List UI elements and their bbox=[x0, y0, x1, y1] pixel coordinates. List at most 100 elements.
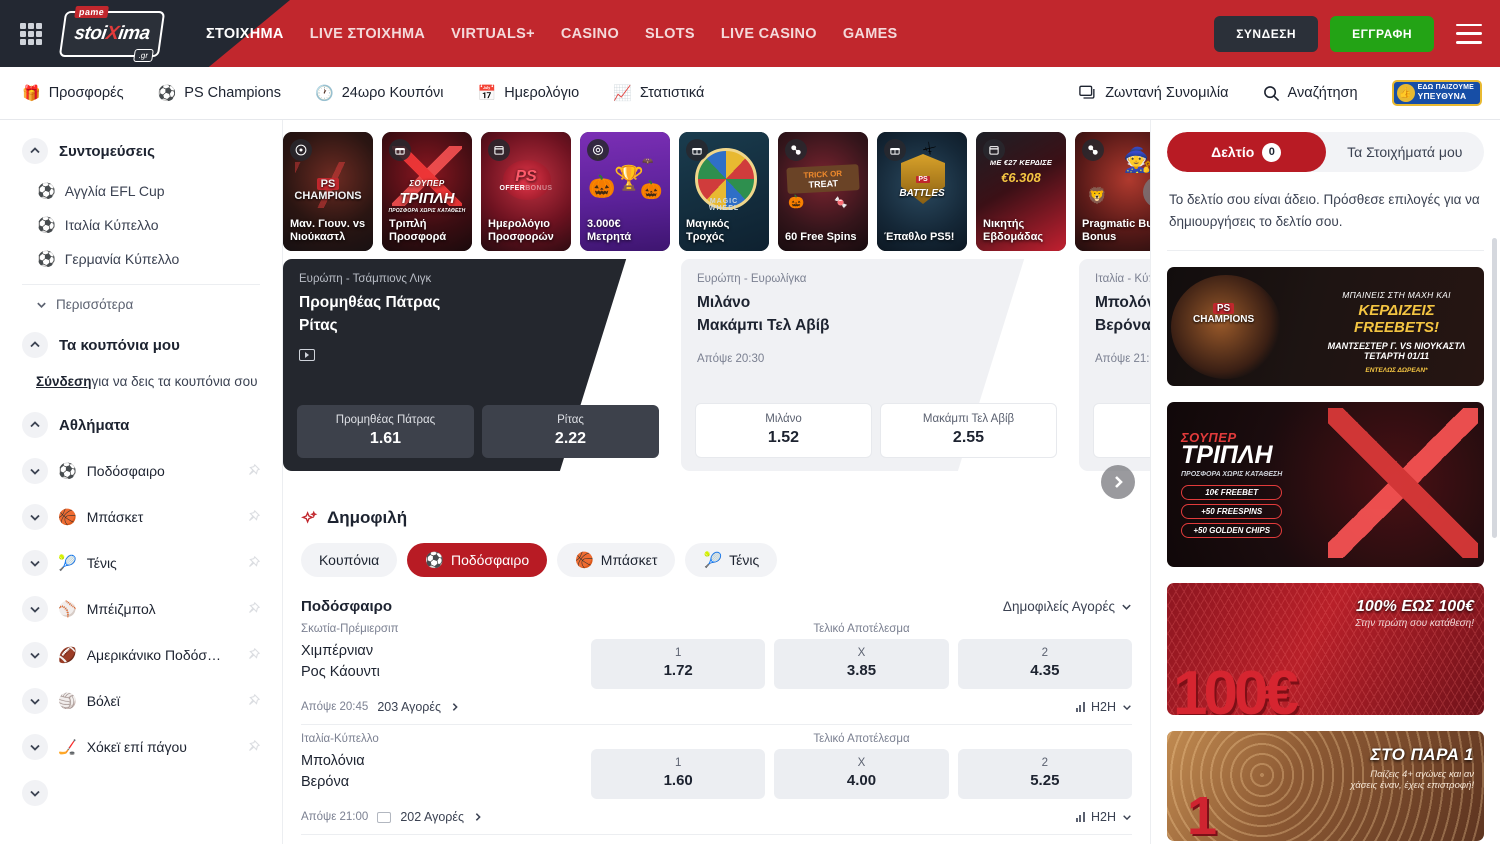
promo-banner-first-deposit[interactable]: 100€ 100% ΕΩΣ 100€ Στην πρώτη σου κατάθε… bbox=[1167, 583, 1484, 715]
odd-button[interactable]: Προμηθέας Πάτρας 1.61 bbox=[297, 405, 474, 458]
featured-match-card-1[interactable]: Ευρώπη - Τσάμπιονς Λιγκ Προμηθέας Πάτρας… bbox=[283, 259, 673, 471]
odd-button[interactable]: Μακάμπι Τελ Αβίβ 2.55 bbox=[880, 403, 1057, 458]
odd-button[interactable]: Μιλάνο 1.52 bbox=[695, 403, 872, 458]
promo-banner-ps-champions[interactable]: PSCHAMPIONS ΜΠΑΙΝΕΙΣ ΣΤΗ ΜΑΧΗ ΚΑΙ ΚΕΡΔΙΖ… bbox=[1167, 267, 1484, 386]
chip-tennis[interactable]: 🎾 Τένις bbox=[685, 543, 777, 577]
subnav-item-24h-coupon[interactable]: 🕐 24ωρο Κουπόνι bbox=[315, 85, 444, 101]
promo-card-cash-3000[interactable]: 🎃 🏆 🎃 🦇 🦇 3.000€ Μετρητά bbox=[580, 132, 670, 251]
sidebar-item-ice-hockey[interactable]: 🏒 Χόκεϊ επί πάγου bbox=[22, 724, 260, 770]
match-markets-count[interactable]: 203 Αγορές bbox=[377, 700, 441, 714]
sidebar-item-baseball[interactable]: ⚾ Μπέιζμπολ bbox=[22, 586, 260, 632]
promo-banner-super-triple[interactable]: ΣΟΥΠΕΡ ΤΡΙΠΛΗ ΠΡΟΣΦΟΡΑ ΧΩΡΙΣ ΚΑΤΑΘΕΣΗ 10… bbox=[1167, 402, 1484, 567]
promo-card-ps5-prize[interactable]: PS BATTLES ⚔ Έπαθλο PS5! bbox=[877, 132, 967, 251]
nav-item-live-stoixima[interactable]: LIVE ΣΤΟΙΧΗΜΑ bbox=[310, 26, 425, 42]
signup-button[interactable]: ΕΓΓΡΑΦΗ bbox=[1330, 16, 1434, 52]
chevron-down-icon[interactable] bbox=[22, 688, 48, 714]
promo-card-magic-wheel[interactable]: MAGICWHEEL Μαγικός Τροχός bbox=[679, 132, 769, 251]
match-row[interactable]: Σκωτία-Πρέμιερσιπ Χιμπέρνιαν Ρος Κάουντι… bbox=[301, 615, 1132, 725]
pin-icon[interactable] bbox=[246, 740, 260, 754]
promo-card-ps-champions[interactable]: PSCHAMPIONS Μαν. Γιουν. vs Νιούκαστλ bbox=[283, 132, 373, 251]
sidebar-section-shortcuts-header[interactable]: Συντομεύσεις bbox=[22, 138, 260, 164]
live-stream-icon[interactable] bbox=[299, 349, 315, 361]
sidebar-more-button[interactable]: Περισσότερα bbox=[22, 291, 260, 318]
apps-grid-icon[interactable] bbox=[20, 23, 42, 45]
nav-item-games[interactable]: GAMES bbox=[843, 26, 898, 42]
sidebar-item-football[interactable]: ⚽ Ποδόσφαιρο bbox=[22, 448, 260, 494]
nav-item-virtuals[interactable]: VIRTUALS+ bbox=[451, 26, 535, 42]
sidebar-login-link[interactable]: Σύνδεση bbox=[36, 374, 92, 389]
subnav-item-ps-champions[interactable]: ⚽ PS Champions bbox=[158, 85, 281, 101]
chevron-down-icon[interactable] bbox=[22, 780, 48, 806]
sidebar-section-sports-header[interactable]: Αθλήματα bbox=[22, 412, 260, 438]
chip-coupons[interactable]: Κουπόνια bbox=[301, 543, 397, 577]
chip-basketball[interactable]: 🏀 Μπάσκετ bbox=[557, 543, 675, 577]
chevron-down-icon[interactable] bbox=[22, 734, 48, 760]
h2h-button[interactable]: H2H bbox=[1076, 810, 1132, 824]
nav-item-casino[interactable]: CASINO bbox=[561, 26, 619, 42]
chevron-down-icon[interactable] bbox=[22, 642, 48, 668]
sidebar-item-germany-cup[interactable]: ⚽ Γερμανία Κύπελλο bbox=[22, 242, 260, 276]
hamburger-menu-icon[interactable] bbox=[1456, 24, 1482, 44]
promo-card-offers-calendar[interactable]: PS OFFERBONUS Ημερολόγιο Προσφορών bbox=[481, 132, 571, 251]
nav-item-live-casino[interactable]: LIVE CASINO bbox=[721, 26, 817, 42]
odd-button-x[interactable]: X 3.85 bbox=[774, 639, 948, 689]
promo-card-pragmatic-buy-bonus[interactable]: 🧙 🦁 Pragmatic Buy Bonus bbox=[1075, 132, 1150, 251]
h2h-button[interactable]: H2H bbox=[1076, 700, 1132, 714]
pin-icon[interactable] bbox=[246, 510, 260, 524]
chevron-down-icon[interactable] bbox=[22, 458, 48, 484]
pin-icon[interactable] bbox=[246, 602, 260, 616]
responsible-gaming-badge[interactable]: 👍 ΕΔΩ ΠΑΙΖΟΥΜΕ ΥΠΕΥΘΥΝΑ bbox=[1392, 80, 1482, 106]
sidebar-item-basketball[interactable]: 🏀 Μπάσκετ bbox=[22, 494, 260, 540]
live-chat-button[interactable]: Ζωντανή Συνομιλία bbox=[1079, 85, 1228, 102]
match-row[interactable]: Ιταλία-Κύπελλο Μπολόνια Βερόνα Τελικό Απ… bbox=[301, 725, 1132, 835]
tab-my-bets[interactable]: Τα Στοιχήματά μου bbox=[1326, 132, 1485, 172]
sidebar-item-partial[interactable] bbox=[22, 770, 260, 816]
pin-icon[interactable] bbox=[246, 648, 260, 662]
odd-label: Ρίτας bbox=[486, 414, 655, 426]
pin-icon[interactable] bbox=[246, 556, 260, 570]
odd-button-2[interactable]: 2 4.35 bbox=[958, 639, 1132, 689]
nav-item-stoixima[interactable]: ΣΤΟΙΧΗΜΑ bbox=[206, 26, 284, 42]
sidebar-section-coupons-header[interactable]: Τα κουπόνια μου bbox=[22, 332, 260, 358]
match-row-partial[interactable] bbox=[301, 835, 1132, 844]
login-button[interactable]: ΣΥΝΔΕΣΗ bbox=[1214, 16, 1318, 52]
chevron-down-icon[interactable] bbox=[22, 504, 48, 530]
match-markets-count[interactable]: 202 Αγορές bbox=[400, 810, 464, 824]
markets-selector[interactable]: Δημοφιλείς Αγορές bbox=[1003, 599, 1132, 614]
right-panel-scrollbar[interactable] bbox=[1492, 238, 1497, 538]
tab-betslip[interactable]: Δελτίο 0 bbox=[1167, 132, 1326, 172]
featured-match-card-3[interactable]: Ιταλία - Κύπ Μπολόνι Βερόνα Απόψε 21:0 1… bbox=[1079, 259, 1150, 471]
search-button[interactable]: Αναζήτηση bbox=[1263, 85, 1358, 102]
promo-banner-sto-para-1[interactable]: 1 ΣΤΟ ΠΑΡΑ 1 Παίζεις 4+ αγώνες και αν χά… bbox=[1167, 731, 1484, 841]
promo-card-free-spins[interactable]: TRICK OR TREAT 🎃 🍬 60 Free Spins bbox=[778, 132, 868, 251]
promo-card-weekly-winner[interactable]: ΜΕ €27 ΚΕΡΔΙΣΕ €6.308 Νικητής Εβδομάδας bbox=[976, 132, 1066, 251]
site-logo[interactable]: pame stoiXima .gr bbox=[60, 8, 164, 60]
nav-item-slots[interactable]: SLOTS bbox=[645, 26, 695, 42]
odd-button-1[interactable]: 1 1.72 bbox=[591, 639, 765, 689]
chevron-down-icon[interactable] bbox=[22, 596, 48, 622]
odd-button-2[interactable]: 2 5.25 bbox=[958, 749, 1132, 799]
promo-card-triple-offer[interactable]: ΣΟΥΠΕΡΤΡΙΠΛΗ ΠΡΟΣΦΟΡΑ ΧΩΡΙΣ ΚΑΤΑΘΕΣΗ Τρι… bbox=[382, 132, 472, 251]
subnav-item-calendar[interactable]: 📅 Ημερολόγιο bbox=[478, 85, 580, 101]
featured-match-card-2[interactable]: Ευρώπη - Ευρωλίγκα Μιλάνο Μακάμπι Τελ Αβ… bbox=[681, 259, 1071, 471]
odd-button[interactable]: Ρίτας 2.22 bbox=[482, 405, 659, 458]
sidebar-item-italy-cup[interactable]: ⚽ Ιταλία Κύπελλο bbox=[22, 208, 260, 242]
pin-icon[interactable] bbox=[246, 464, 260, 478]
live-stream-icon[interactable] bbox=[377, 812, 391, 823]
odd-button-1[interactable]: 1 1.60 bbox=[591, 749, 765, 799]
team-name: Μιλάνο bbox=[697, 294, 750, 312]
featured-matches-next-arrow-icon[interactable] bbox=[1101, 465, 1135, 499]
subnav-item-offers[interactable]: 🎁 Προσφορές bbox=[22, 85, 124, 101]
subnav-item-statistics[interactable]: 📈 Στατιστικά bbox=[613, 85, 704, 101]
sidebar-item-tennis[interactable]: 🎾 Τένις bbox=[22, 540, 260, 586]
chevron-right-icon[interactable] bbox=[450, 702, 460, 712]
chevron-right-icon[interactable] bbox=[473, 812, 483, 822]
odd-button-x[interactable]: X 4.00 bbox=[774, 749, 948, 799]
sidebar-item-volleyball[interactable]: 🏐 Βόλεϊ bbox=[22, 678, 260, 724]
chip-football[interactable]: ⚽ Ποδόσφαιρο bbox=[407, 543, 547, 577]
odd-button[interactable]: 1 1.6 bbox=[1093, 403, 1150, 458]
chevron-down-icon[interactable] bbox=[22, 550, 48, 576]
sidebar-item-american-football[interactable]: 🏈 Αμερικάνικο Ποδόσ… bbox=[22, 632, 260, 678]
sidebar-item-efl-cup[interactable]: ⚽ Αγγλία EFL Cup bbox=[22, 174, 260, 208]
pin-icon[interactable] bbox=[246, 694, 260, 708]
